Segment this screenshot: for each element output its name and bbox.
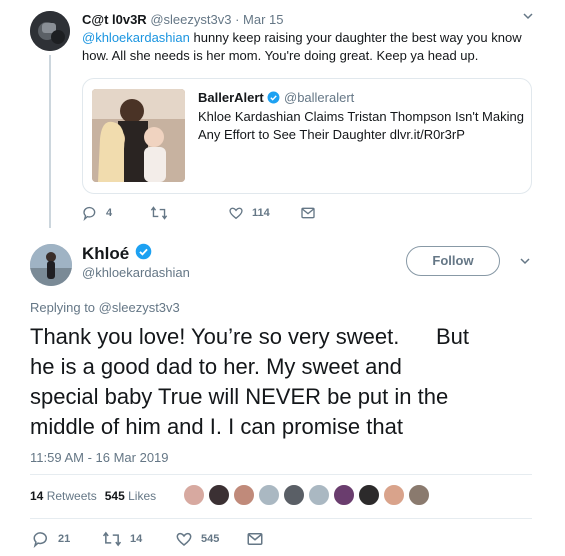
like-count: 545 bbox=[201, 533, 220, 545]
avatar[interactable] bbox=[30, 244, 72, 286]
reply-button[interactable]: 4 bbox=[82, 205, 112, 221]
avatar[interactable] bbox=[30, 11, 70, 51]
card-source-handle[interactable]: @balleralert bbox=[284, 90, 354, 105]
retweet-count: 14 bbox=[130, 533, 143, 545]
liker-avatar[interactable] bbox=[383, 484, 405, 506]
reply-mention[interactable]: @khloekardashian bbox=[82, 30, 190, 45]
retweets-stat[interactable]: 14 Retweets bbox=[30, 489, 97, 503]
likes-stat[interactable]: 545 Likes bbox=[105, 489, 156, 503]
reply-text: @khloekardashian hunny keep raising your… bbox=[82, 29, 522, 65]
tweet-text: Thank you love! You’re so very sweet. Bu… bbox=[30, 324, 470, 439]
retweet-icon bbox=[102, 530, 122, 548]
liker-avatar[interactable] bbox=[333, 484, 355, 506]
comment-icon bbox=[32, 530, 50, 548]
main-author-name[interactable]: Khloé bbox=[82, 244, 129, 264]
likes-stat-label: Likes bbox=[128, 489, 157, 503]
main-author[interactable]: Khloé bbox=[82, 243, 152, 265]
likes-stat-count: 545 bbox=[104, 489, 125, 503]
retweet-button[interactable] bbox=[150, 205, 176, 221]
reply-date[interactable]: Mar 15 bbox=[243, 12, 283, 27]
dm-button[interactable] bbox=[300, 205, 316, 221]
main-author-handle[interactable]: @khloekardashian bbox=[82, 265, 190, 280]
replying-to[interactable]: Replying to @sleezyst3v3 bbox=[30, 300, 180, 315]
liker-avatar[interactable] bbox=[208, 484, 230, 506]
like-count: 114 bbox=[252, 207, 270, 219]
comment-icon bbox=[82, 205, 98, 221]
thread-line bbox=[49, 55, 51, 228]
retweets-stat-label: Retweets bbox=[46, 489, 97, 503]
retweets-stat-count: 14 bbox=[30, 489, 44, 503]
chevron-down-icon[interactable] bbox=[519, 255, 531, 270]
card-text: Khloe Kardashian Claims Tristan Thompson… bbox=[198, 109, 524, 142]
like-button[interactable]: 545 bbox=[175, 530, 219, 548]
liker-avatar[interactable] bbox=[183, 484, 205, 506]
chevron-down-icon[interactable] bbox=[522, 10, 534, 25]
liker-avatar[interactable] bbox=[233, 484, 255, 506]
like-button[interactable]: 114 bbox=[228, 205, 270, 221]
liker-avatar[interactable] bbox=[283, 484, 305, 506]
envelope-icon bbox=[300, 205, 316, 221]
follow-button[interactable]: Follow bbox=[406, 246, 500, 276]
reply-separator: · bbox=[235, 12, 240, 27]
tweet-timestamp[interactable]: 11:59 AM - 16 Mar 2019 bbox=[30, 450, 169, 465]
reply-author[interactable]: C@t l0v3R @sleezyst3v3 · Mar 15 bbox=[82, 12, 284, 27]
reply-button[interactable]: 21 bbox=[32, 530, 70, 548]
liker-avatar[interactable] bbox=[358, 484, 380, 506]
liker-avatar[interactable] bbox=[408, 484, 430, 506]
liker-avatar[interactable] bbox=[258, 484, 280, 506]
verified-badge-icon bbox=[135, 243, 152, 265]
engagement-stats: 14 Retweets 545 Likes bbox=[30, 489, 156, 503]
heart-icon bbox=[175, 530, 193, 548]
liker-avatar[interactable] bbox=[308, 484, 330, 506]
reply-author-name[interactable]: C@t l0v3R bbox=[82, 12, 147, 27]
divider bbox=[30, 474, 532, 475]
dm-button[interactable] bbox=[246, 530, 264, 548]
retweet-icon bbox=[150, 205, 168, 221]
card-image[interactable] bbox=[92, 89, 185, 182]
divider bbox=[30, 518, 532, 519]
retweet-button[interactable]: 14 bbox=[102, 530, 142, 548]
liker-avatars[interactable] bbox=[183, 484, 433, 506]
card-source[interactable]: BallerAlert @balleralert bbox=[198, 90, 354, 107]
card-source-name[interactable]: BallerAlert bbox=[198, 90, 264, 105]
verified-badge-icon bbox=[267, 91, 280, 107]
heart-icon bbox=[228, 205, 244, 221]
envelope-icon bbox=[246, 530, 264, 548]
reply-count: 21 bbox=[58, 533, 71, 545]
reply-count: 4 bbox=[106, 207, 113, 219]
reply-author-handle[interactable]: @sleezyst3v3 bbox=[150, 12, 231, 27]
